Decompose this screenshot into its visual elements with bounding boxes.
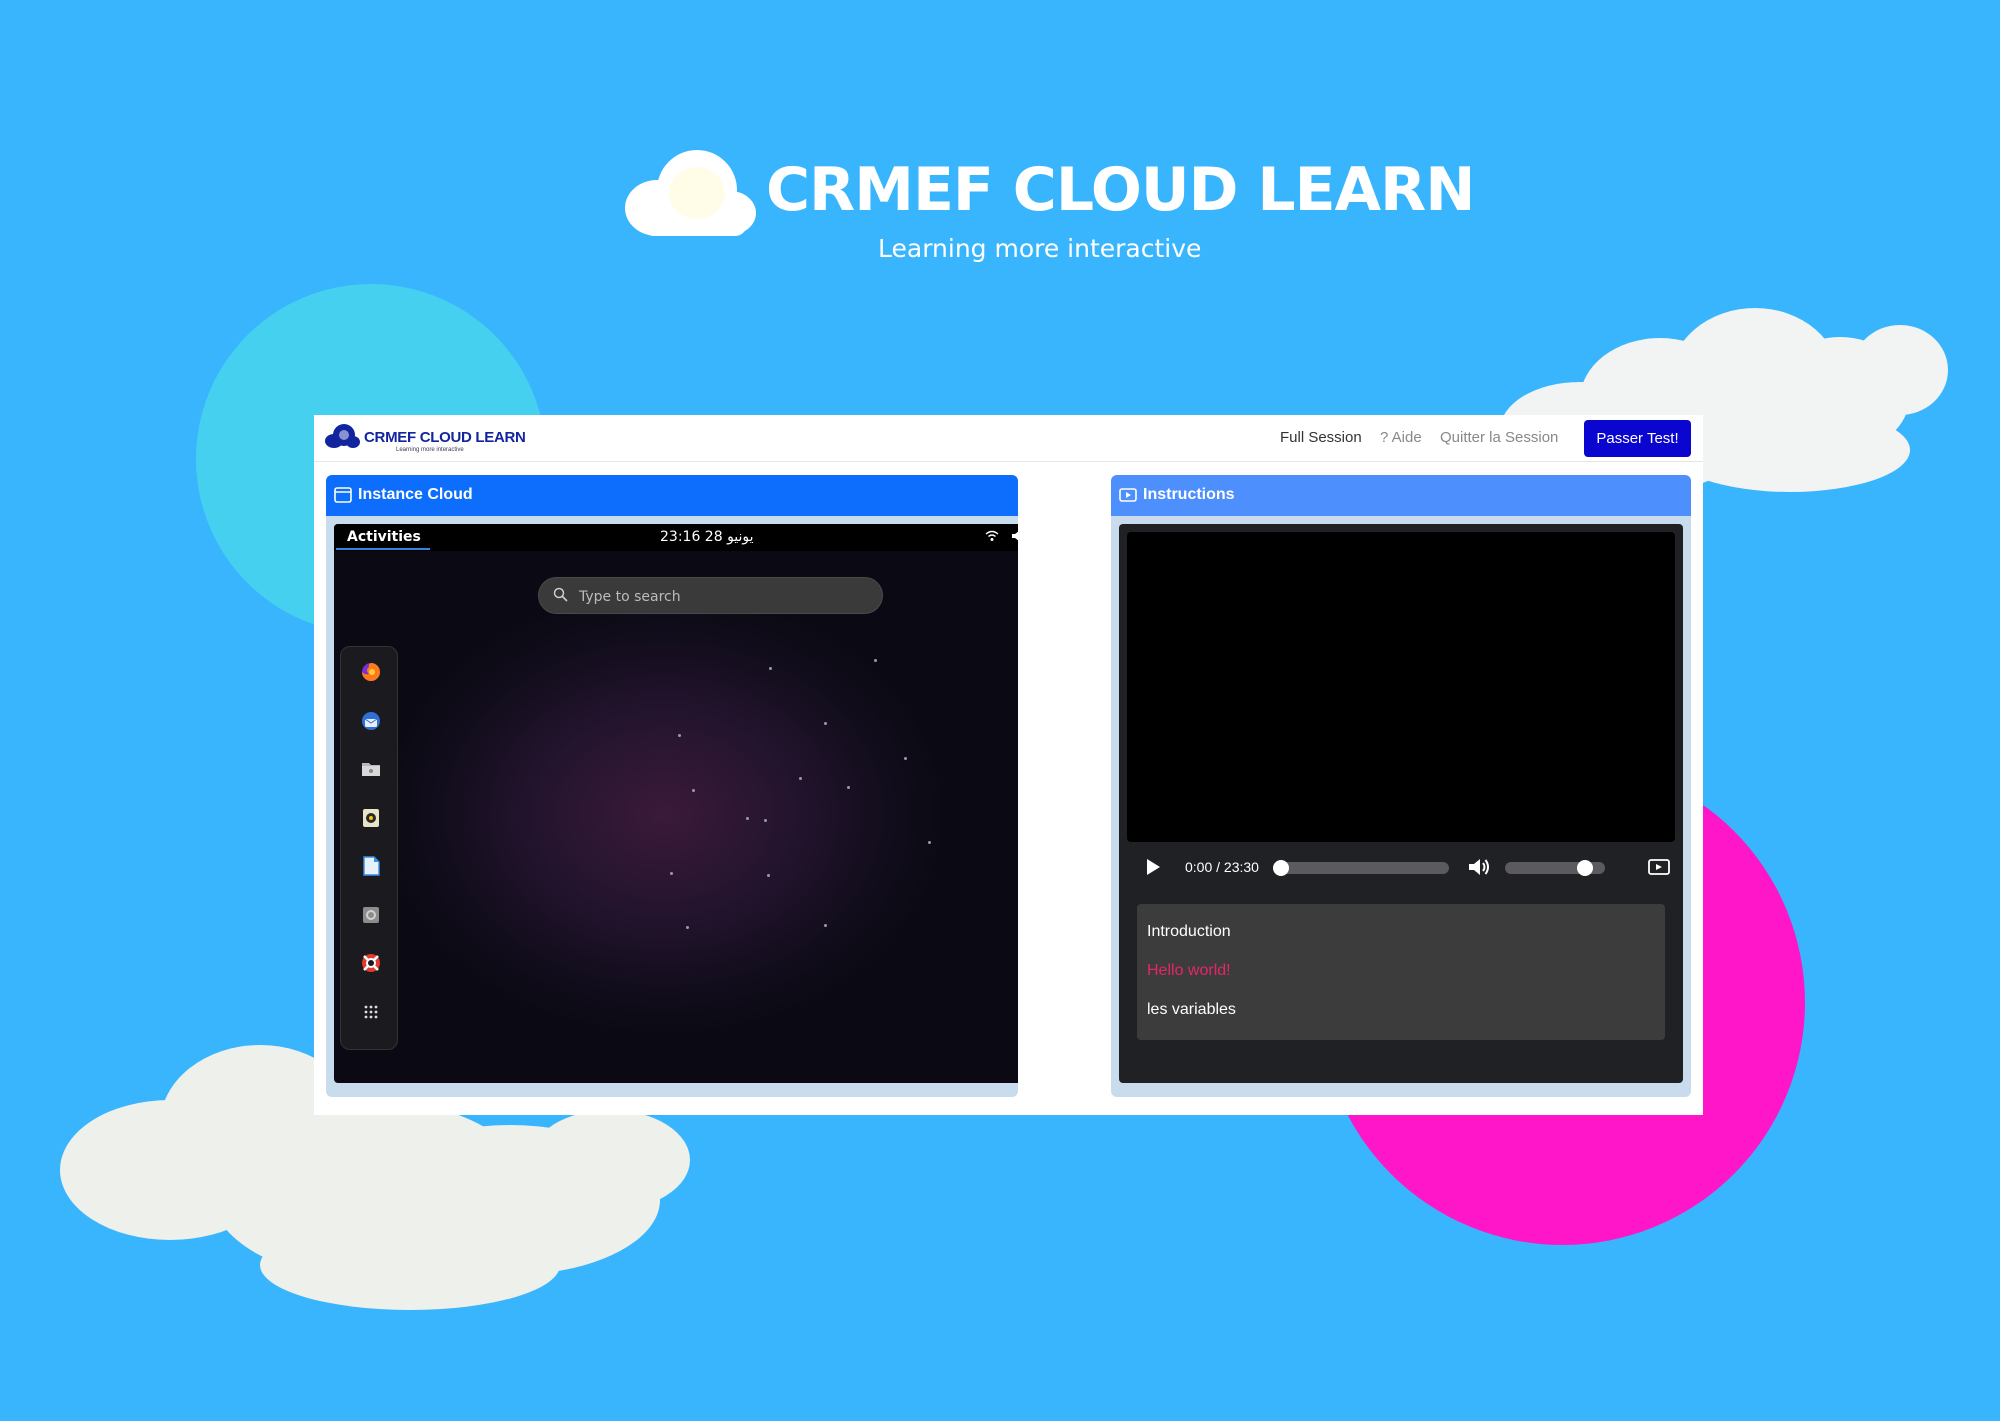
video-controls: 0:00 / 23:30	[1119, 842, 1683, 892]
volume-handle[interactable]	[1577, 860, 1593, 876]
instance-cloud-header: Instance Cloud	[326, 475, 1018, 516]
window-icon	[334, 487, 352, 503]
background-star	[928, 841, 931, 844]
chapter-label: les variables	[1147, 1001, 1236, 1018]
background-star	[904, 757, 907, 760]
files-icon[interactable]	[360, 758, 382, 780]
clock[interactable]: 23:16 28 يونيو	[660, 529, 754, 545]
instance-cloud-panel: Instance Cloud Activities 23:16 28 يونيو	[326, 475, 1018, 1097]
volume-slider[interactable]	[1505, 860, 1605, 876]
thunderbird-icon[interactable]	[360, 710, 382, 732]
chapter-item[interactable]: les variables	[1147, 1001, 1236, 1019]
app-window: CRMEF CLOUD LEARN Learning more interact…	[314, 415, 1703, 1115]
chapter-list: Introduction Hello world! les variables	[1137, 904, 1665, 1040]
gnome-top-bar: Activities 23:16 28 يونيو	[334, 524, 1018, 551]
background-star	[799, 777, 802, 780]
background-star	[686, 926, 689, 929]
background-star	[764, 819, 767, 822]
gnome-search-box[interactable]	[538, 577, 883, 614]
wifi-icon[interactable]	[985, 529, 999, 543]
background-star	[767, 874, 770, 877]
video-player: 0:00 / 23:30 Introduction Hello world! l…	[1119, 524, 1683, 1083]
volume-icon[interactable]	[1467, 856, 1491, 878]
background-star	[824, 722, 827, 725]
video-screen[interactable]	[1127, 532, 1675, 842]
gnome-dock	[340, 646, 398, 1050]
nav-aide[interactable]: ? Aide	[1380, 429, 1422, 446]
search-input[interactable]	[577, 586, 871, 608]
help-icon[interactable]	[360, 952, 382, 974]
background-star	[692, 789, 695, 792]
settings-icon[interactable]	[360, 904, 382, 926]
brand-tagline: Learning more interactive	[396, 447, 464, 453]
top-navbar: CRMEF CLOUD LEARN Learning more interact…	[314, 415, 1703, 462]
picture-in-picture-icon[interactable]	[1648, 858, 1670, 876]
hero-subtitle: Learning more interactive	[878, 234, 1202, 263]
seek-bar[interactable]	[1273, 860, 1449, 876]
activities-indicator	[336, 548, 430, 550]
activities-button[interactable]: Activities	[347, 529, 421, 545]
background-star	[824, 924, 827, 927]
chapter-label: Hello world!	[1147, 962, 1231, 979]
instance-cloud-title: Instance Cloud	[358, 486, 473, 503]
video-icon	[1119, 488, 1137, 502]
writer-icon[interactable]	[360, 855, 382, 877]
background-star	[847, 786, 850, 789]
rhythmbox-icon[interactable]	[360, 807, 382, 829]
brand-name[interactable]: CRMEF CLOUD LEARN	[364, 429, 526, 446]
system-tray[interactable]	[985, 529, 1018, 543]
chapter-item[interactable]: Introduction	[1147, 923, 1231, 941]
brand-logo-icon[interactable]	[324, 423, 360, 449]
background-star	[874, 659, 877, 662]
background-star	[678, 734, 681, 737]
search-icon	[553, 587, 568, 602]
seek-handle[interactable]	[1273, 860, 1289, 876]
hero-title: CRMEF CLOUD LEARN	[766, 155, 1475, 225]
chapter-label: Introduction	[1147, 923, 1231, 940]
nav-full-session[interactable]: Full Session	[1280, 429, 1362, 446]
video-time: 0:00 / 23:30	[1185, 859, 1259, 875]
instructions-header: Instructions	[1111, 475, 1691, 516]
instructions-title: Instructions	[1143, 486, 1235, 503]
remote-desktop[interactable]: Activities 23:16 28 يونيو	[334, 524, 1018, 1083]
chapter-item-active[interactable]: Hello world!	[1147, 962, 1231, 980]
volume-icon[interactable]	[1011, 529, 1018, 543]
cloud-logo-icon	[625, 150, 756, 236]
background-star	[769, 667, 772, 670]
instructions-panel: Instructions 0:00 / 23:30 Introduction H…	[1111, 475, 1691, 1097]
firefox-icon[interactable]	[360, 661, 382, 683]
passer-test-button[interactable]: Passer Test!	[1584, 420, 1691, 457]
background-star	[746, 817, 749, 820]
app-grid-icon[interactable]	[360, 1001, 382, 1023]
nav-quit-session[interactable]: Quitter la Session	[1440, 429, 1558, 446]
background-star	[670, 872, 673, 875]
play-icon[interactable]	[1145, 858, 1161, 876]
